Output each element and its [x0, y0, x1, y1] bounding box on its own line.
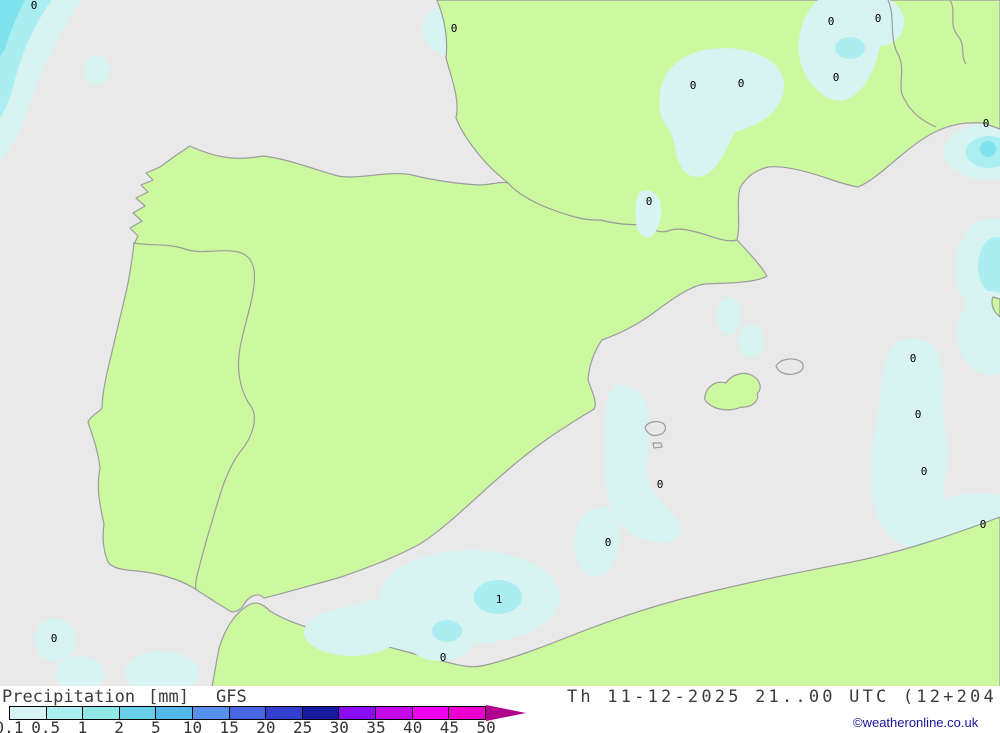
legend-model: GFS [216, 687, 247, 707]
colorbar-tick: 25 [292, 718, 313, 733]
precip-value-label: 0 [979, 517, 987, 531]
precip-value-label: 0 [982, 116, 990, 130]
legend-band: Precipitation [mm] GFS 0.10.512510152025… [0, 686, 1000, 733]
precip-value-label: 0 [874, 11, 882, 25]
colorbar-tick: 10 [182, 718, 203, 733]
precip-value-label: 1 [495, 592, 503, 606]
precip-value-label: 0 [450, 21, 458, 35]
precip-value-label: 0 [737, 76, 745, 90]
precip-value-label: 0 [909, 351, 917, 365]
colorbar-tick: 2 [114, 718, 124, 733]
colorbar-tick: 0.5 [31, 718, 61, 733]
precip-value-label: 0 [914, 407, 922, 421]
precip-value-label: 0 [50, 631, 58, 645]
precip-value-label: 0 [920, 464, 928, 478]
colorbar-tick: 45 [439, 718, 460, 733]
precip-value-label: 0 [604, 535, 612, 549]
precip-value-label: 0 [832, 70, 840, 84]
island-menorca [775, 358, 804, 375]
colorbar-tick: 35 [366, 718, 386, 733]
island-ibiza [644, 421, 666, 437]
precip-value-label: 0 [827, 14, 835, 28]
precip-value-label: 0 [645, 194, 653, 208]
legend-unit: [mm] [148, 687, 189, 707]
legend-title: Precipitation [2, 687, 136, 707]
colorbar-tick: 1 [77, 718, 88, 733]
island-formentera [652, 442, 663, 449]
colorbar-tick: 5 [150, 718, 161, 733]
colorbar-tick: 15 [219, 718, 239, 733]
precipitation-map: 0 0 0 0 0 0 0 0 0 0 0 0 0 0 0 1 0 0 [0, 0, 1000, 687]
colorbar-tick-labels: 0.10.5125101520253035404550 [0, 718, 560, 733]
forecast-timestamp: Th 11-12-2025 21..00 UTC (12+204) [567, 687, 1000, 707]
colorbar-tick: 50 [476, 718, 496, 733]
colorbar-tick: 20 [256, 718, 276, 733]
copyright-link[interactable]: ©weatheronline.co.uk [853, 715, 978, 730]
precip-value-label: 0 [656, 477, 664, 491]
map-svg [0, 0, 1000, 687]
precip-value-label: 0 [689, 78, 697, 92]
precip-value-label: 0 [439, 650, 447, 664]
weather-map-screen: 000000000000000100 Precipitation [mm] GF… [0, 0, 1000, 733]
colorbar-tick: 0.1 [0, 718, 24, 733]
colorbar-tick: 40 [403, 718, 423, 733]
colorbar-tick: 30 [329, 718, 349, 733]
precip-value-label: 0 [30, 0, 38, 12]
